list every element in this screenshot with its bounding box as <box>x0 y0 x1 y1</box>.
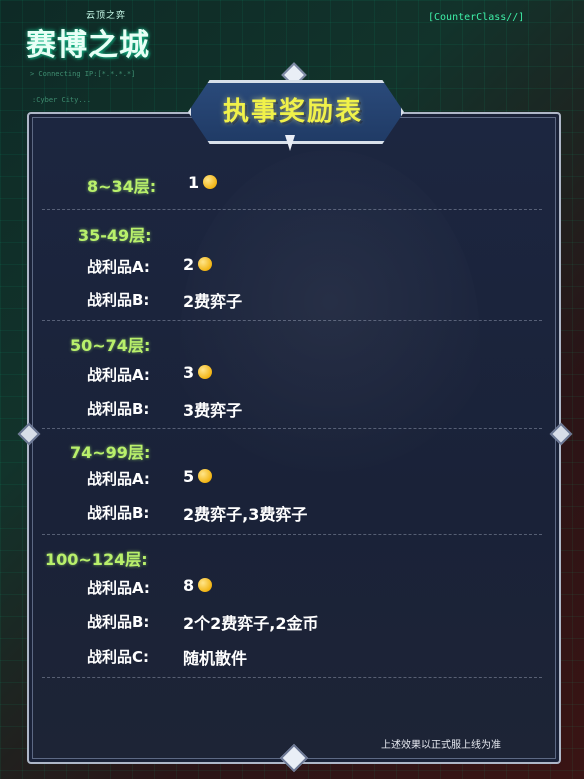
section-range: 50~74层: <box>70 336 151 355</box>
reward-value: 随机散件 <box>183 649 248 668</box>
connecting-text: > Connecting IP:[*.*.*.*] <box>30 70 136 78</box>
reward-label: 战利品A: <box>87 366 150 384</box>
reward-label: 战利品B: <box>87 291 150 309</box>
gold-coin-icon <box>198 578 213 592</box>
divider <box>42 209 542 210</box>
reward-label: 战利品A: <box>87 258 150 276</box>
reward-value: 2 <box>183 255 213 274</box>
section-range: 8~34层: <box>87 177 157 196</box>
divider <box>42 428 542 429</box>
divider <box>42 534 542 535</box>
reward-value: 2个2费弈子,2金币 <box>183 614 319 633</box>
reward-label: 战利品B: <box>87 613 150 631</box>
reward-label: 战利品B: <box>87 504 150 522</box>
section-range: 35-49层: <box>78 226 152 245</box>
gold-coin-icon <box>198 257 213 271</box>
gold-coin-icon <box>198 469 213 483</box>
reward-value: 5 <box>183 467 213 486</box>
divider <box>42 320 542 321</box>
footer-note: 上述效果以正式服上线为准 <box>381 740 501 751</box>
reward-value: 3费弈子 <box>183 401 243 420</box>
gold-coin-icon <box>203 175 218 189</box>
reward-value: 1 <box>188 173 218 192</box>
reward-value: 2费弈子 <box>183 292 243 311</box>
reward-label: 战利品B: <box>87 400 150 418</box>
logo-title: 赛博之城 <box>26 28 150 63</box>
reward-value: 8 <box>183 576 213 595</box>
reward-label: 战利品C: <box>87 648 150 666</box>
reward-label: 战利品A: <box>87 579 150 597</box>
reward-value: 3 <box>183 363 213 382</box>
gold-coin-icon <box>198 365 213 379</box>
reward-label: 战利品A: <box>87 470 150 488</box>
section-range: 100~124层: <box>45 550 148 569</box>
page-title: 执事奖励表 <box>222 96 363 127</box>
divider <box>42 677 542 678</box>
reward-value: 2费弈子,3费弈子 <box>183 505 308 524</box>
cyber-city-text: :Cyber City... <box>32 96 92 104</box>
emblem-watermark <box>180 150 480 530</box>
game-logo: 云顶之弈 赛博之城 <box>26 8 176 64</box>
section-range: 74~99层: <box>70 443 151 462</box>
counterclass-tag: [CounterClass//] <box>428 12 525 23</box>
